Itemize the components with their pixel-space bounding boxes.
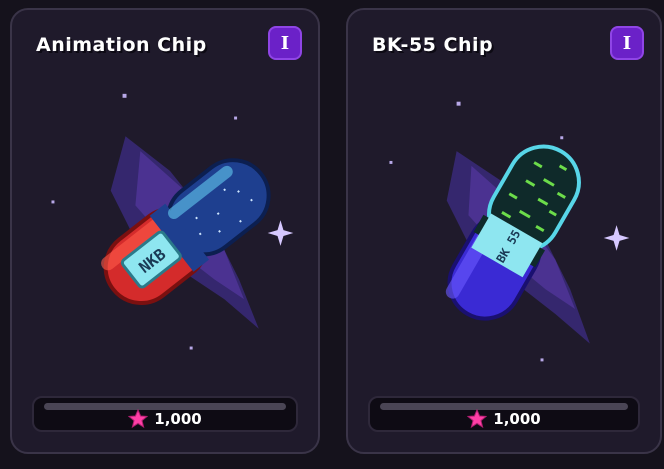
price-value: 1,000 bbox=[493, 410, 541, 428]
animation-chip-image: NKB bbox=[51, 93, 294, 350]
item-card-animation-chip[interactable]: Animation Chip I NKB 1,000 bbox=[10, 8, 320, 454]
bk55-chip-image: BK 55 bbox=[389, 101, 630, 362]
item-title: Animation Chip bbox=[36, 34, 207, 56]
price-value: 1,000 bbox=[154, 410, 202, 428]
pink-star-icon bbox=[128, 409, 149, 429]
price-bar[interactable]: 1,000 bbox=[368, 396, 640, 432]
tier-badge: I bbox=[610, 26, 644, 60]
item-card-bk55-chip[interactable]: BK-55 Chip I BK 55 1,000 bbox=[346, 8, 662, 454]
item-title: BK-55 Chip bbox=[372, 34, 494, 56]
tier-badge: I bbox=[268, 26, 302, 60]
pink-star-icon bbox=[467, 409, 488, 429]
price-bar[interactable]: 1,000 bbox=[32, 396, 298, 432]
